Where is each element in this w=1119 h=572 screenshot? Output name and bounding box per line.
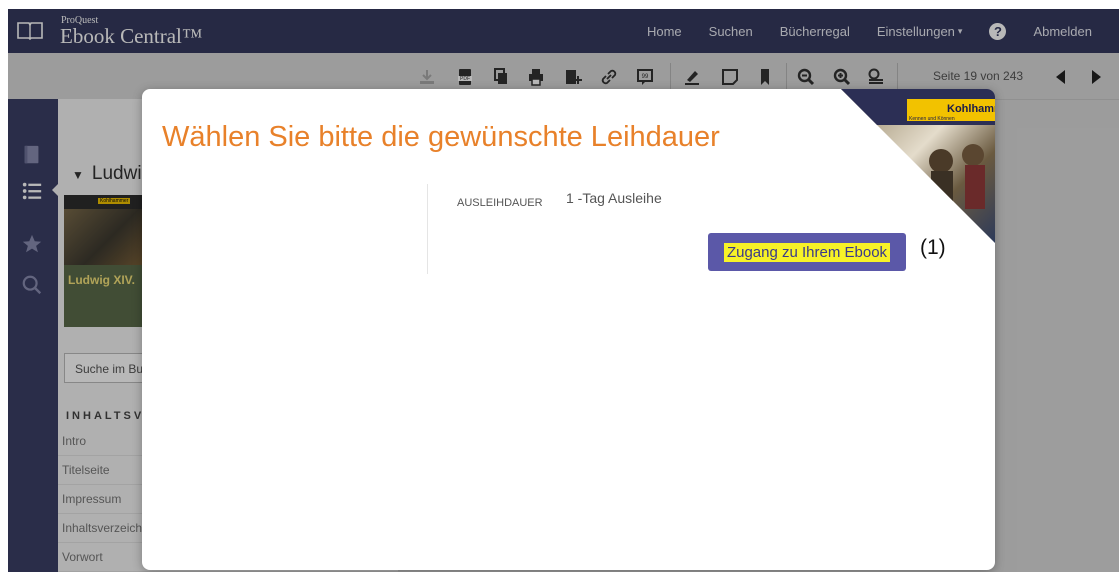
loan-duration-value: 1 -Tag Ausleihe	[566, 190, 662, 206]
corner-publisher: Kohlhammer	[947, 103, 995, 115]
frame-margin	[0, 0, 8, 572]
corner-tagline: Kennen und Können	[909, 116, 955, 122]
loan-period-dialog: Wählen Sie bitte die gewünschte Leihdaue…	[142, 89, 995, 570]
app-window: ProQuest Ebook Central™ Home Suchen Büch…	[8, 9, 1119, 572]
loan-duration-label: AUSLEIHDAUER	[457, 197, 543, 209]
book-cover-corner: Kohlhammer Kennen und Können	[841, 89, 995, 243]
dialog-divider	[427, 184, 428, 274]
access-ebook-label: Zugang zu Ihrem Ebook	[723, 242, 891, 262]
dialog-title: Wählen Sie bitte die gewünschte Leihdaue…	[162, 121, 720, 153]
